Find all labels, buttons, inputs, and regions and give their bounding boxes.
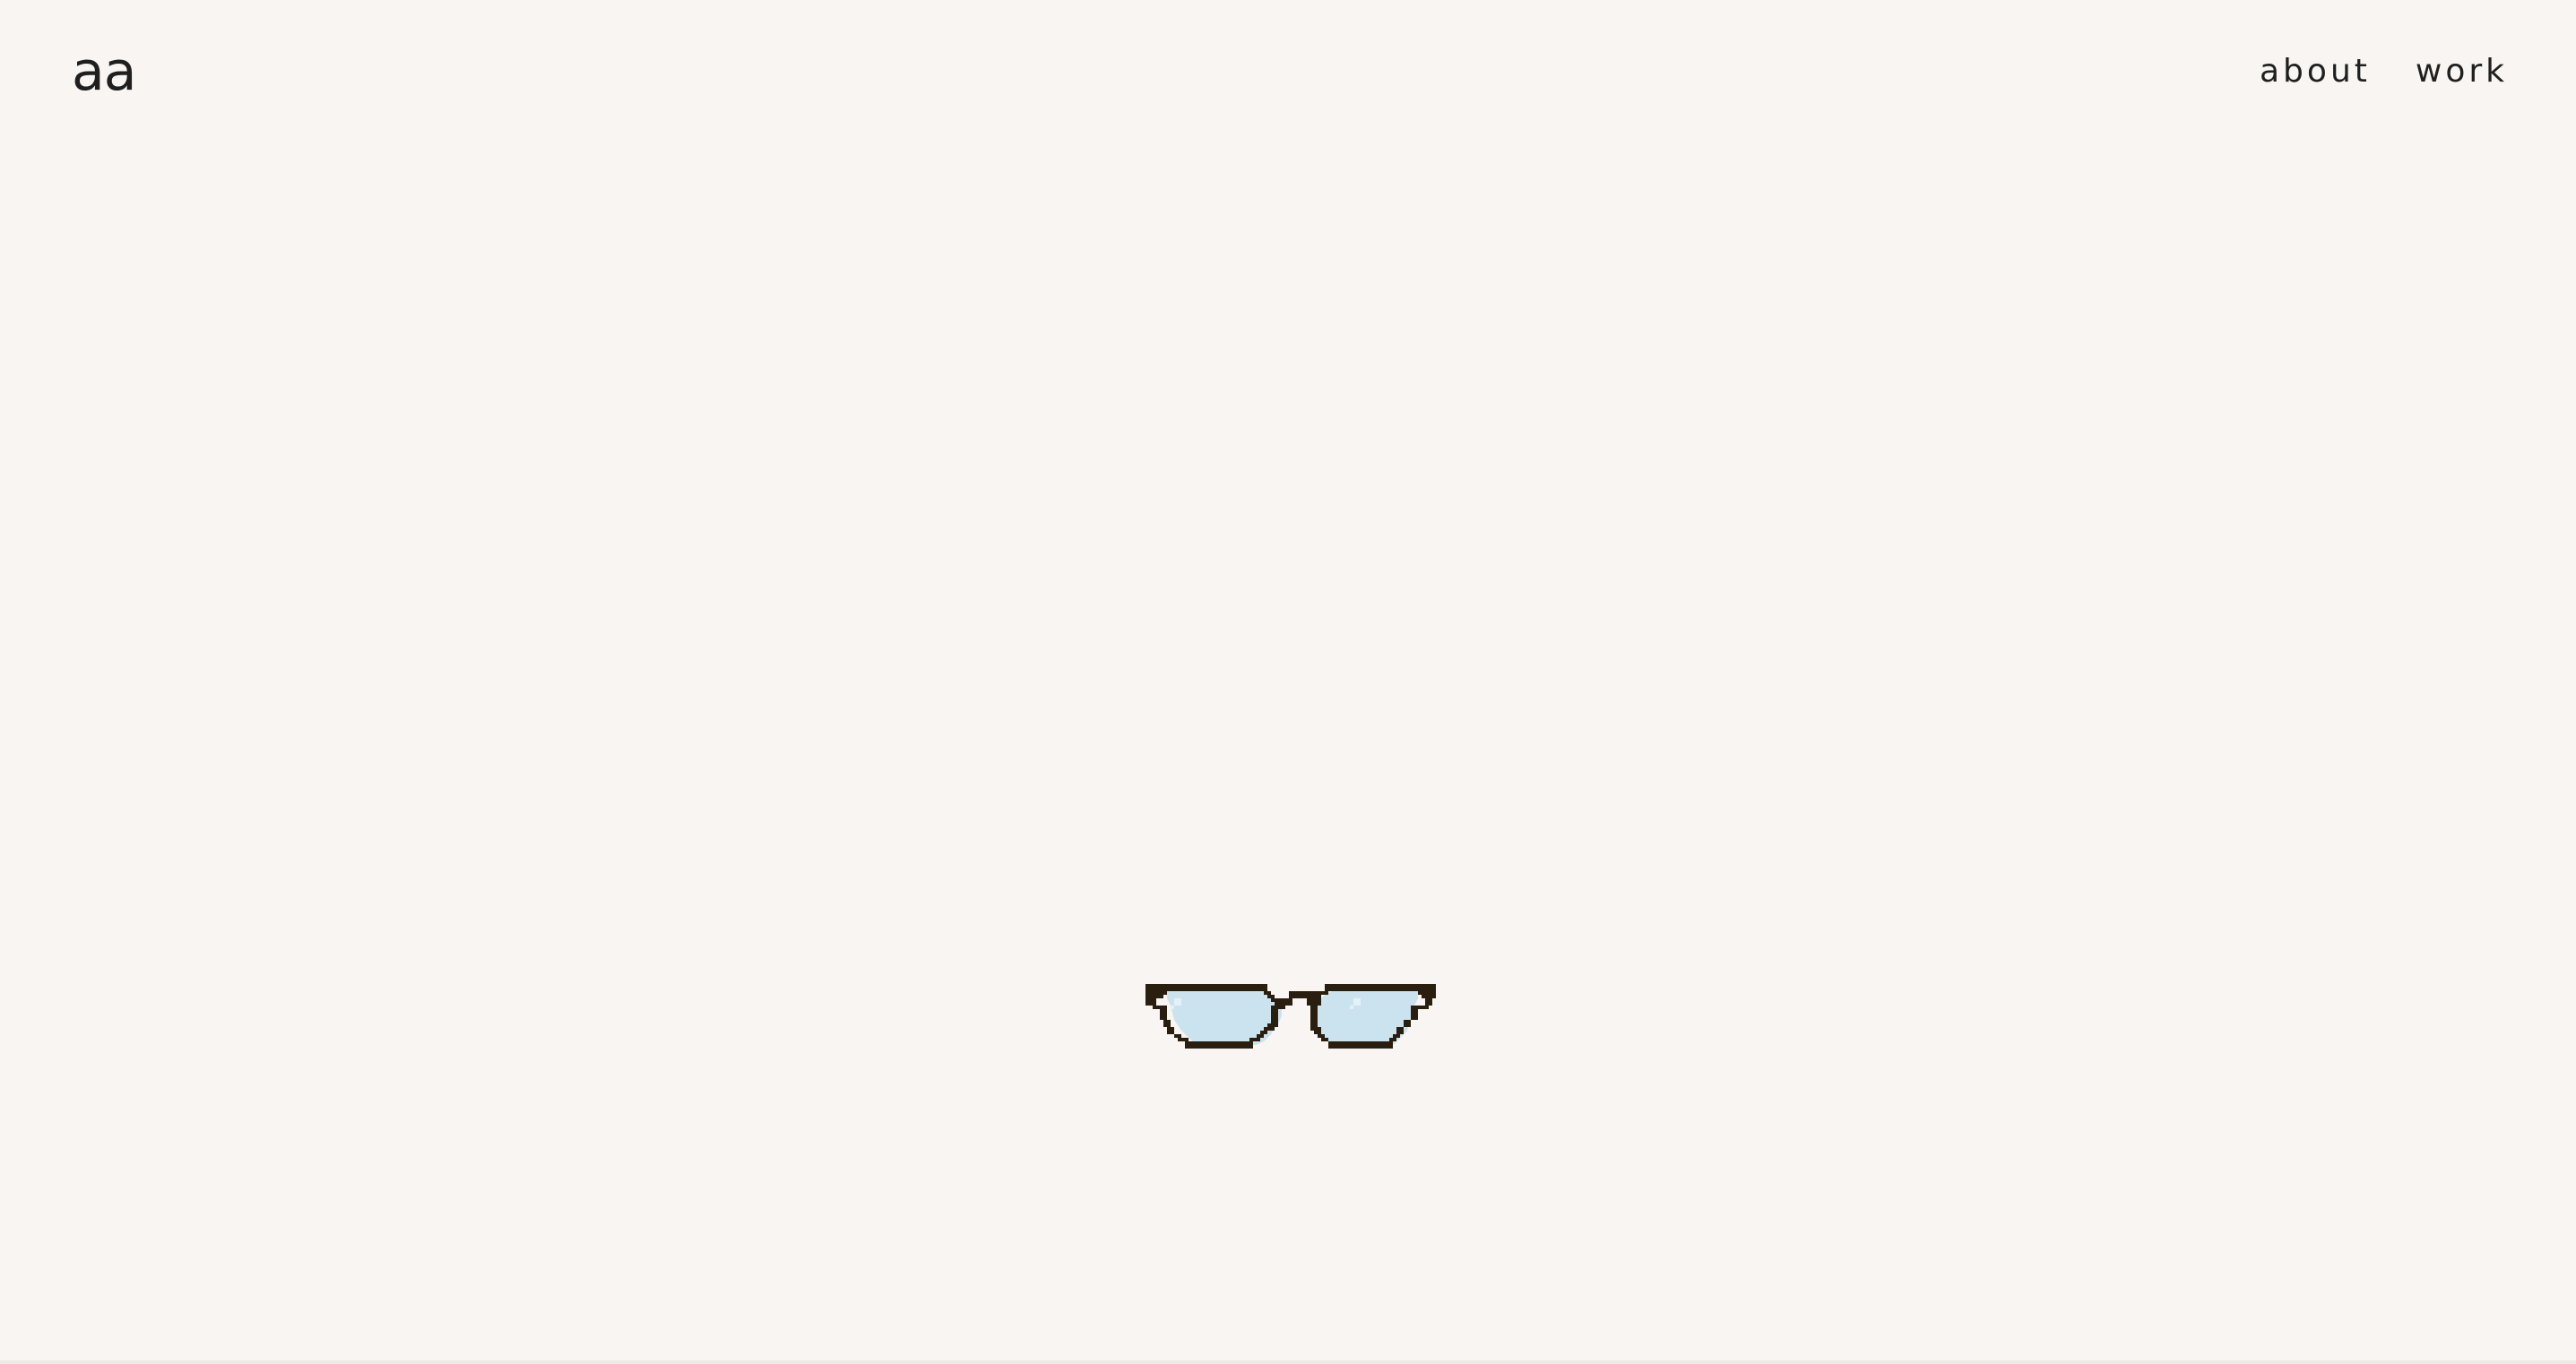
logo-link[interactable]: aa [72,34,137,109]
pixel-glasses-icon [1145,984,1436,1075]
nav-link-about[interactable]: about [2260,45,2371,99]
top-nav: about work [2260,45,2508,99]
footer-divider [0,1360,2576,1364]
nav-link-work[interactable]: work [2416,45,2508,99]
page: aa about work [0,0,2576,1364]
